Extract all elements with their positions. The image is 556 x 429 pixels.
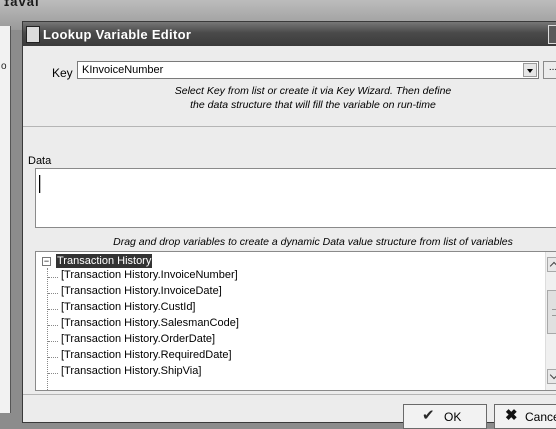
grip-icon xyxy=(552,309,556,316)
variables-tree[interactable]: − Transaction History [Transaction Histo… xyxy=(35,251,556,391)
chevron-down-icon[interactable] xyxy=(523,63,537,77)
key-label: Key xyxy=(52,66,73,80)
dialog-titlebar[interactable]: Lookup Variable Editor xyxy=(23,22,556,46)
data-label: Data xyxy=(28,155,52,167)
lookup-variable-editor-dialog: Lookup Variable Editor Key KInvoiceNumbe… xyxy=(22,21,556,429)
separator xyxy=(23,394,556,395)
key-instruction-line-2: the data structure that will fill the va… xyxy=(190,99,436,111)
key-combobox[interactable]: KInvoiceNumber xyxy=(77,61,539,79)
key-instruction-text: Select Key from list or create it via Ke… xyxy=(123,84,503,112)
background-app-panel: o xyxy=(0,26,11,413)
tree-root-label[interactable]: Transaction History xyxy=(56,254,153,268)
data-textarea[interactable] xyxy=(35,168,556,228)
key-instruction-line-1: Select Key from list or create it via Ke… xyxy=(174,85,452,97)
key-wizard-button[interactable]: ... xyxy=(543,61,556,79)
window-icon xyxy=(26,26,40,43)
dialog-title: Lookup Variable Editor xyxy=(43,27,192,42)
scroll-up-button[interactable] xyxy=(547,257,556,272)
cancel-button[interactable]: ✖ Cancel xyxy=(494,404,556,429)
checkmark-icon: ✔ xyxy=(422,407,435,424)
separator xyxy=(23,126,556,127)
background-panel-label: o xyxy=(1,61,7,72)
ok-button[interactable]: ✔ OK xyxy=(403,404,487,429)
tree-scrollbar[interactable] xyxy=(545,252,556,390)
drag-instruction-text: Drag and drop variables to create a dyna… xyxy=(113,236,513,248)
text-caret xyxy=(39,175,40,193)
key-combobox-value: KInvoiceNumber xyxy=(82,64,164,76)
collapse-icon[interactable]: − xyxy=(42,257,51,266)
background-app-title: ɪavai xyxy=(4,0,40,9)
scroll-thumb[interactable] xyxy=(547,290,556,334)
close-button[interactable] xyxy=(548,25,556,44)
ok-button-label: OK xyxy=(444,410,462,424)
close-icon: ✖ xyxy=(505,407,518,424)
scroll-down-button[interactable] xyxy=(547,369,556,384)
cancel-button-label: Cancel xyxy=(525,410,556,424)
